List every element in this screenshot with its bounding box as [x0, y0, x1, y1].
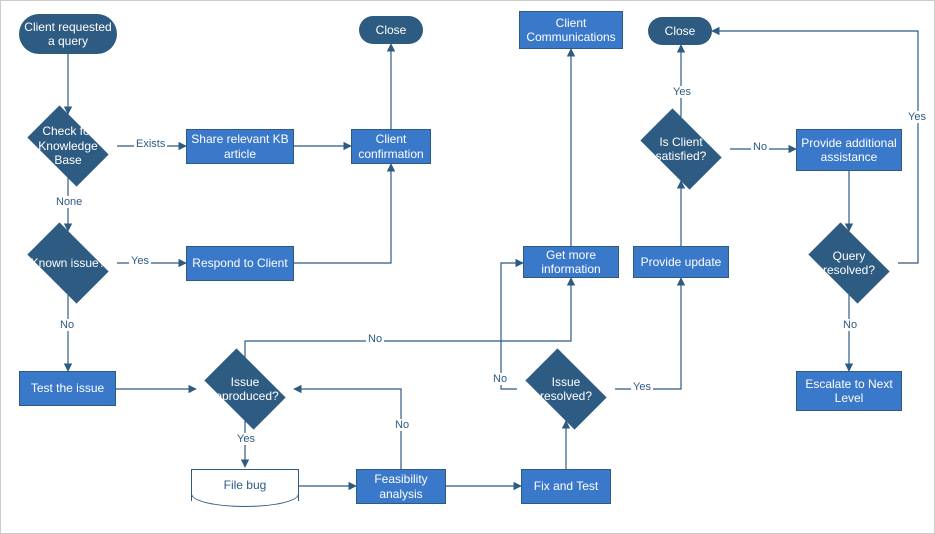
edge-label-none: None — [54, 196, 84, 208]
edge-label-no-query: No — [841, 319, 859, 331]
node-client-confirmation: Client confirmation — [351, 129, 431, 164]
node-issue-resolved-label: Issue resolved? — [521, 375, 611, 404]
flowchart-canvas: Exists None Yes No Yes No No Yes No Yes … — [0, 0, 935, 534]
node-file-bug: File bug — [191, 469, 299, 501]
node-issue-reproduced-label: Issue reproduced? — [200, 375, 290, 404]
edge-label-no-feas: No — [393, 419, 411, 431]
edge-label-yes-sat: Yes — [671, 86, 693, 98]
edge-label-yes-resolved: Yes — [631, 381, 653, 393]
node-start: Client requested a query — [19, 14, 117, 54]
edges-layer — [1, 1, 934, 533]
node-escalate: Escalate to Next Level — [796, 371, 902, 411]
edge-label-exists: Exists — [134, 138, 167, 150]
node-fix-test: Fix and Test — [521, 469, 611, 504]
node-known-issue: Known issue? — [19, 231, 117, 295]
node-query-resolved-label: Query resolved? — [804, 249, 894, 278]
node-feasibility: Feasibility analysis — [356, 469, 446, 504]
edge-label-yes-query: Yes — [906, 111, 928, 123]
edge-label-yes-repro: Yes — [235, 433, 257, 445]
edge-label-no-resolved: No — [491, 373, 509, 385]
node-query-resolved: Query resolved? — [800, 231, 898, 295]
node-issue-reproduced: Issue reproduced? — [196, 357, 294, 421]
node-provide-assist: Provide additional assistance — [796, 129, 902, 171]
node-client-communications: Client Communications — [519, 11, 623, 49]
node-client-satisfied: Is Client satisfied? — [632, 117, 730, 181]
node-client-satisfied-label: Is Client satisfied? — [636, 135, 726, 164]
node-share-kb: Share relevant KB article — [186, 129, 294, 164]
node-respond-client: Respond to Client — [186, 246, 294, 281]
node-close-1: Close — [359, 16, 423, 44]
node-provide-update: Provide update — [633, 246, 729, 278]
node-test-issue: Test the issue — [19, 371, 116, 406]
node-check-kb-label: Check for Knowledge Base — [23, 124, 113, 167]
node-close-2: Close — [648, 17, 712, 45]
node-issue-resolved: Issue resolved? — [517, 357, 615, 421]
edge-label-no-repro: No — [366, 333, 384, 345]
node-get-more-info: Get more information — [523, 246, 619, 278]
edge-label-no-known: No — [58, 319, 76, 331]
edge-label-no-sat: No — [751, 141, 769, 153]
node-check-kb: Check for Knowledge Base — [19, 114, 117, 178]
node-known-issue-label: Known issue? — [25, 256, 112, 270]
edge-label-yes-known: Yes — [129, 255, 151, 267]
